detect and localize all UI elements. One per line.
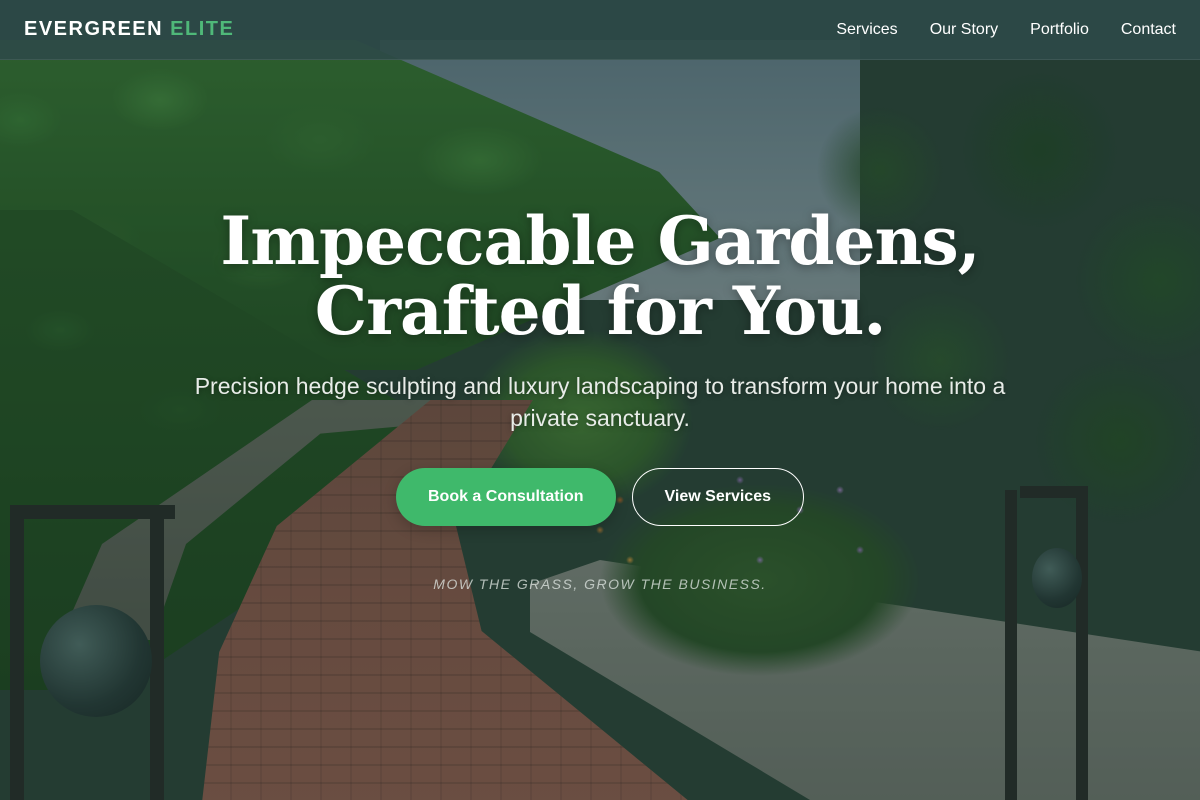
nav-link-contact[interactable]: Contact xyxy=(1121,21,1176,39)
hero-title: Impeccable Gardens, Crafted for You. xyxy=(220,202,980,350)
top-navbar: EVERGREEN ELITE Services Our Story Portf… xyxy=(0,0,1200,60)
hero-tagline: Mow the grass, grow the business. xyxy=(433,576,767,592)
hero-section: Impeccable Gardens, Crafted for You. Pre… xyxy=(0,60,1200,800)
brand-logo[interactable]: EVERGREEN ELITE xyxy=(24,18,234,41)
book-consultation-button[interactable]: Book a Consultation xyxy=(395,468,616,526)
hero-title-line-2: Crafted for You. xyxy=(314,272,887,350)
view-services-button[interactable]: View Services xyxy=(631,468,804,526)
landing-page: EVERGREEN ELITE Services Our Story Portf… xyxy=(0,0,1200,800)
nav-link-our-story[interactable]: Our Story xyxy=(930,21,998,39)
hero-subtitle: Precision hedge sculpting and luxury lan… xyxy=(194,373,1006,431)
hero-title-line-1: Impeccable Gardens, xyxy=(220,202,980,280)
brand-name-primary: EVERGREEN xyxy=(24,18,164,40)
nav-link-portfolio[interactable]: Portfolio xyxy=(1030,21,1089,39)
nav-menu: Services Our Story Portfolio Contact xyxy=(836,21,1176,39)
brand-name-accent: ELITE xyxy=(170,18,235,40)
cta-button-group: Book a Consultation View Services xyxy=(395,468,804,526)
nav-link-services[interactable]: Services xyxy=(836,21,897,39)
